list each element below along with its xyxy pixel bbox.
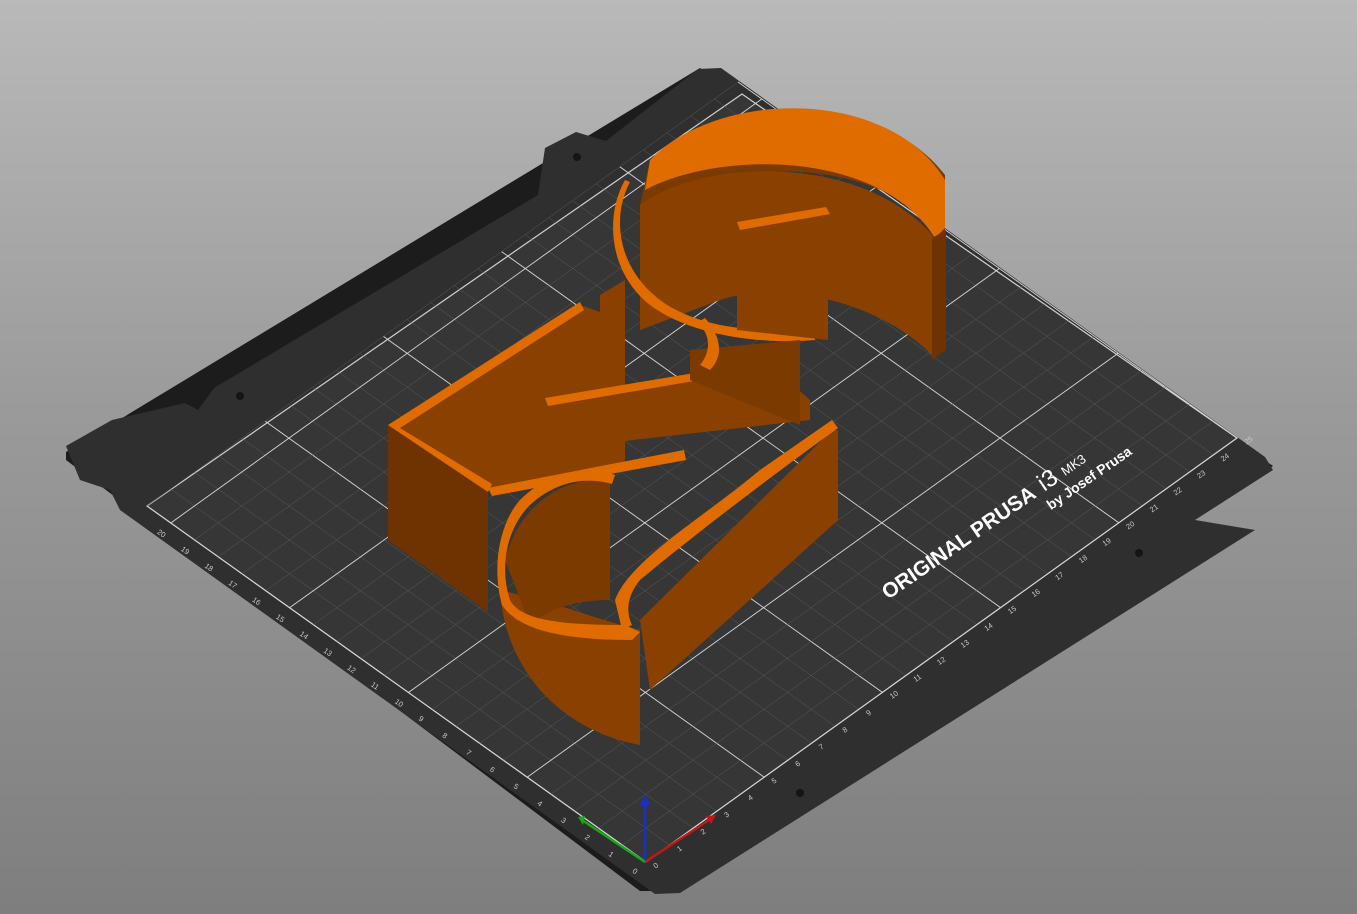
bed-screw-hole	[236, 392, 244, 400]
bed-screw-hole	[1135, 549, 1143, 557]
scene-canvas[interactable]: 0123456789101112131415161718192021222324…	[0, 0, 1357, 914]
3d-viewport[interactable]: 0 1 2 3 4 5 6 7 8 9 10 11 12 13 14 15 16 17 18 19 20 21 22 23 24…	[0, 0, 1357, 914]
bed-screw-hole	[573, 153, 581, 161]
bed-screw-hole	[796, 789, 804, 797]
model-arc-right-wall	[932, 230, 946, 360]
